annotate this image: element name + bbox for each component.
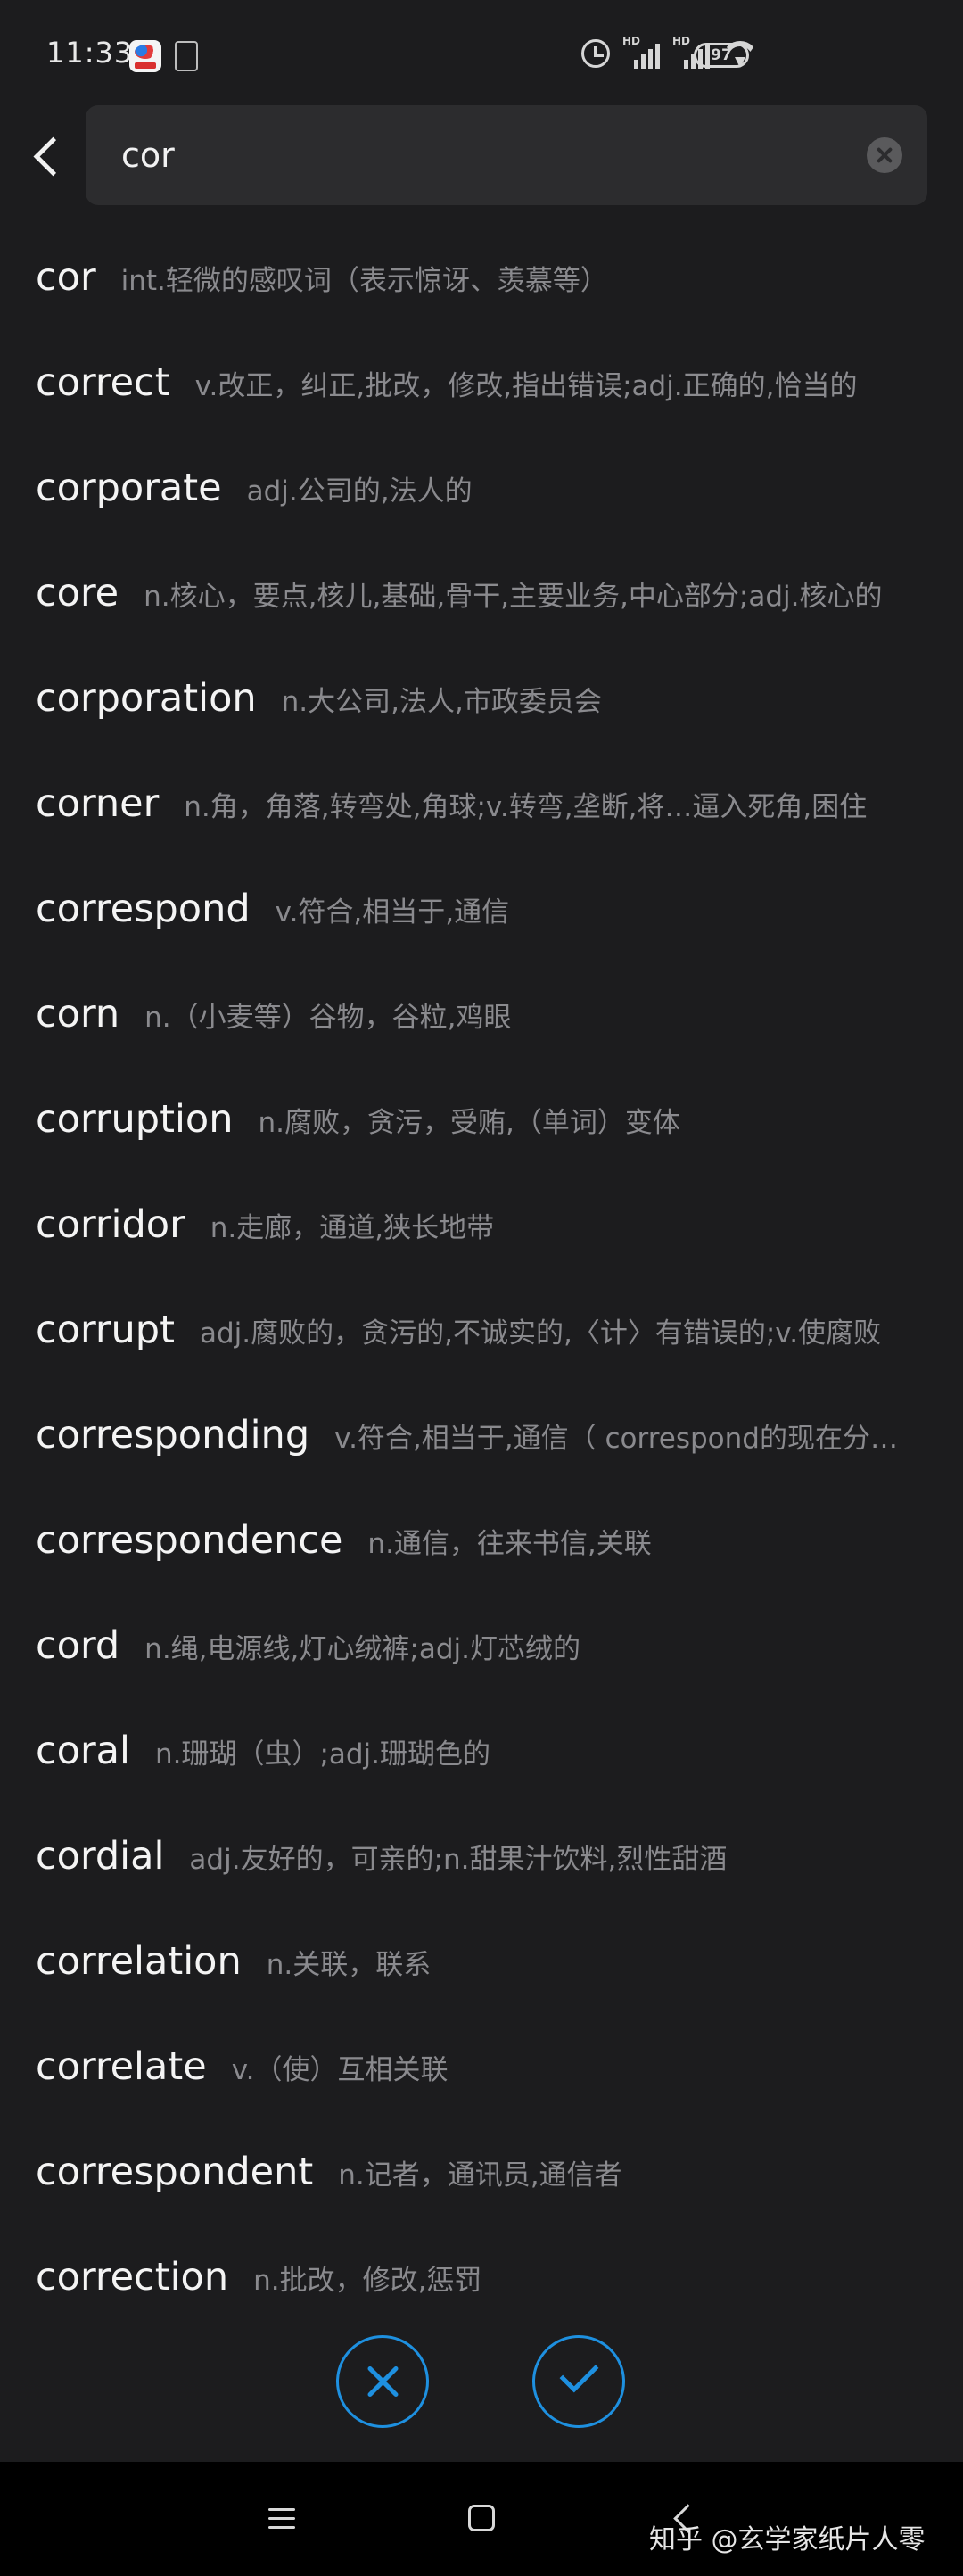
- result-word: corporation: [36, 676, 257, 721]
- result-word: coral: [36, 1729, 130, 1773]
- result-row[interactable]: cor int.轻微的感叹词（表示惊讶、羡慕等）: [0, 225, 963, 330]
- result-row[interactable]: correction n.批改，修改,惩罚: [0, 2225, 963, 2330]
- result-row[interactable]: correspondence n.通信，往来书信,关联: [0, 1488, 963, 1593]
- result-definition: v.（使）互相关联: [231, 2053, 449, 2086]
- result-row[interactable]: corridor n.走廊，通道,狭长地带: [0, 1172, 963, 1277]
- result-definition: n.角，角落,转弯处,角球;v.转弯,垄断,将…逼入死角,困住: [184, 790, 868, 823]
- result-word: cord: [36, 1623, 120, 1668]
- result-definition: v.改正，纠正,批改，修改,指出错误;adj.正确的,恰当的: [194, 369, 858, 402]
- result-row[interactable]: corner n.角，角落,转弯处,角球;v.转弯,垄断,将…逼入死角,困住: [0, 751, 963, 856]
- status-time: 11:33: [46, 36, 134, 70]
- result-row[interactable]: cordial adj.友好的，可亲的;n.甜果汁饮料,烈性甜酒: [0, 1804, 963, 1909]
- confirm-button[interactable]: [532, 2335, 625, 2428]
- result-row[interactable]: coral n.珊瑚（虫）;adj.珊瑚色的: [0, 1698, 963, 1804]
- clear-circle-icon[interactable]: [867, 137, 902, 173]
- result-definition: n.腐败，贪污，受贿,（单词）变体: [258, 1106, 680, 1139]
- result-word: corridor: [36, 1202, 185, 1247]
- menu-icon[interactable]: [268, 2508, 295, 2530]
- status-bar: 11:33 HD HD 97: [0, 0, 963, 107]
- result-word: cor: [36, 255, 96, 300]
- result-definition: n.（小麦等）谷物，谷粒,鸡眼: [144, 1001, 512, 1034]
- result-row[interactable]: corresponding v.符合,相当于,通信（ correspond的现在分…: [0, 1383, 963, 1488]
- result-word: correct: [36, 360, 170, 405]
- result-row[interactable]: correct v.改正，纠正,批改，修改,指出错误;adj.正确的,恰当的: [0, 330, 963, 435]
- alarm-icon: [581, 39, 610, 68]
- result-row[interactable]: corporation n.大公司,法人,市政委员会: [0, 646, 963, 751]
- result-word: core: [36, 571, 119, 615]
- result-row[interactable]: correlate v.（使）互相关联: [0, 2014, 963, 2119]
- result-definition: n.珊瑚（虫）;adj.珊瑚色的: [154, 1738, 491, 1771]
- result-definition: n.通信，往来书信,关联: [367, 1527, 652, 1560]
- result-word: correspondence: [36, 1518, 343, 1563]
- result-definition: v.符合,相当于,通信: [275, 896, 510, 929]
- result-word: corruption: [36, 1097, 234, 1142]
- result-row[interactable]: correspond v.符合,相当于,通信: [0, 856, 963, 962]
- result-word: correlation: [36, 1939, 242, 1984]
- result-word: correlate: [36, 2044, 207, 2089]
- result-word: correspond: [36, 887, 251, 931]
- result-definition: n.大公司,法人,市政委员会: [281, 685, 602, 718]
- search-input[interactable]: [121, 130, 817, 180]
- back-arrow-icon[interactable]: [21, 123, 75, 186]
- result-definition: n.绳,电源线,灯心绒裤;adj.灯芯绒的: [144, 1632, 580, 1665]
- result-row[interactable]: core n.核心，要点,核儿,基础,骨干,主要业务,中心部分;adj.核心的: [0, 541, 963, 646]
- result-word: corporate: [36, 466, 222, 510]
- home-icon[interactable]: [468, 2505, 495, 2531]
- result-definition: int.轻微的感叹词（表示惊讶、羡慕等）: [120, 264, 608, 297]
- result-word: corrupt: [36, 1308, 175, 1352]
- result-word: corner: [36, 781, 160, 826]
- result-definition: adj.友好的，可亲的;n.甜果汁饮料,烈性甜酒: [189, 1843, 728, 1876]
- sim-card-icon: [175, 41, 198, 71]
- result-word: corn: [36, 992, 120, 1036]
- check-icon: [559, 2353, 599, 2393]
- result-definition: n.走廊，通道,狭长地带: [210, 1211, 495, 1244]
- result-row[interactable]: cord n.绳,电源线,灯心绒裤;adj.灯芯绒的: [0, 1593, 963, 1698]
- result-definition: n.记者，通讯员,通信者: [338, 2159, 622, 2192]
- result-row[interactable]: correlation n.关联，联系: [0, 1909, 963, 2014]
- app-notification-icon: [129, 40, 161, 72]
- result-row[interactable]: corn n.（小麦等）谷物，谷粒,鸡眼: [0, 962, 963, 1067]
- watermark: 知乎 @玄学家纸片人零: [649, 2524, 926, 2555]
- result-word: correspondent: [36, 2150, 314, 2194]
- result-definition: n.核心，要点,核儿,基础,骨干,主要业务,中心部分;adj.核心的: [144, 580, 883, 613]
- signal-1-icon: HD: [622, 35, 660, 69]
- result-definition: adj.腐败的，贪污的,不诚实的,〈计〉有错误的;v.使腐败: [199, 1317, 882, 1350]
- result-definition: adj.公司的,法人的: [246, 475, 473, 508]
- result-word: corresponding: [36, 1413, 310, 1457]
- result-definition: n.关联，联系: [266, 1948, 432, 1981]
- result-row[interactable]: correspondent n.记者，通讯员,通信者: [0, 2119, 963, 2225]
- result-word: cordial: [36, 1834, 165, 1878]
- result-row[interactable]: corrupt adj.腐败的，贪污的,不诚实的,〈计〉有错误的;v.使腐败: [0, 1277, 963, 1383]
- result-word: correction: [36, 2255, 229, 2299]
- battery-indicator: 97: [694, 43, 749, 68]
- search-box[interactable]: [86, 105, 927, 205]
- result-row[interactable]: corporate adj.公司的,法人的: [0, 435, 963, 541]
- result-definition: n.批改，修改,惩罚: [253, 2264, 482, 2297]
- results-list: cor int.轻微的感叹词（表示惊讶、羡慕等） correct v.改正，纠正,批改…: [0, 225, 963, 2330]
- result-definition: v.符合,相当于,通信（ correspond的现在分词 ）: [334, 1422, 924, 1455]
- cancel-button[interactable]: [336, 2335, 429, 2428]
- result-row[interactable]: corruption n.腐败，贪污，受贿,（单词）变体: [0, 1067, 963, 1172]
